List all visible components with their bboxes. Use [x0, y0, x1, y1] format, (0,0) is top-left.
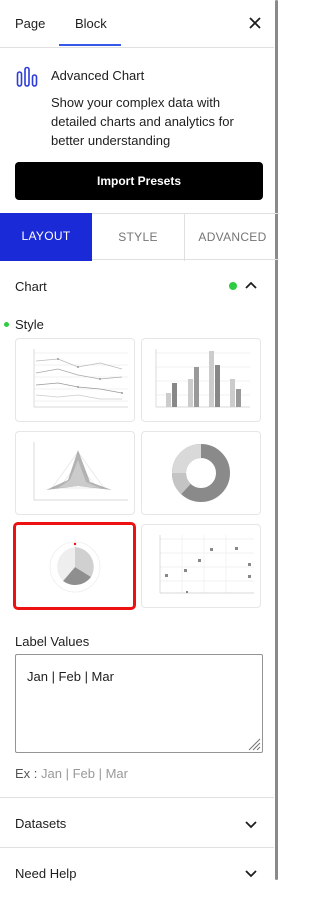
import-presets-button[interactable]: Import Presets — [15, 162, 263, 200]
advanced-chart-icon — [16, 66, 38, 87]
preset-line-chart[interactable] — [15, 338, 135, 422]
preset-bar-chart[interactable] — [141, 338, 261, 422]
resize-handle-icon[interactable] — [247, 737, 261, 751]
active-tab-indicator — [59, 44, 121, 46]
style-modified-dot — [4, 322, 9, 327]
tab-page[interactable]: Page — [15, 16, 45, 31]
chevron-down-icon — [245, 821, 257, 829]
tab-layout[interactable]: LAYOUT — [0, 213, 92, 261]
scrollbar[interactable] — [275, 0, 278, 880]
block-title: Advanced Chart — [51, 68, 145, 83]
tab-style[interactable]: STYLE — [92, 214, 185, 261]
label-values-title: Label Values — [15, 634, 90, 649]
datasets-panel-header[interactable]: Datasets — [0, 797, 274, 847]
doughnut-chart-thumbnail — [172, 444, 230, 502]
block-card: Advanced Chart Show your complex data wi… — [0, 48, 274, 213]
inspector-tabs: LAYOUT STYLE ADVANCED — [0, 213, 279, 261]
label-values-example: Ex : Jan | Feb | Mar — [15, 766, 128, 781]
line-chart-thumbnail — [33, 349, 128, 408]
close-button[interactable] — [247, 14, 263, 32]
chart-panel-title: Chart — [15, 279, 47, 294]
style-label: Style — [15, 317, 44, 332]
preset-doughnut-chart[interactable] — [141, 431, 261, 515]
status-dot — [229, 282, 237, 290]
chevron-up-icon — [245, 281, 257, 289]
sidebar-tabs: Page Block — [0, 0, 274, 48]
preset-scatter-chart[interactable] — [141, 524, 261, 608]
scatter-chart-thumbnail — [159, 535, 254, 594]
chevron-down-icon — [245, 870, 257, 878]
close-icon — [249, 17, 261, 29]
polar-area-chart-thumbnail — [49, 541, 101, 593]
datasets-label: Datasets — [15, 816, 67, 831]
example-prefix: Ex : — [15, 766, 42, 781]
preset-polar-area-chart[interactable] — [13, 522, 136, 610]
bar-chart-thumbnail — [155, 349, 250, 408]
radar-chart-thumbnail — [33, 442, 128, 501]
chart-panel-header[interactable]: Chart — [0, 260, 274, 312]
tab-advanced[interactable]: ADVANCED — [186, 214, 279, 261]
tab-block[interactable]: Block — [75, 16, 107, 31]
preset-radar-chart[interactable] — [15, 431, 135, 515]
block-description: Show your complex data with detailed cha… — [51, 95, 234, 148]
label-values-textarea[interactable]: Jan | Feb | Mar — [15, 654, 263, 753]
need-help-panel-header[interactable]: Need Help — [0, 847, 274, 897]
need-help-label: Need Help — [15, 866, 77, 881]
example-value: Jan | Feb | Mar — [41, 766, 128, 781]
